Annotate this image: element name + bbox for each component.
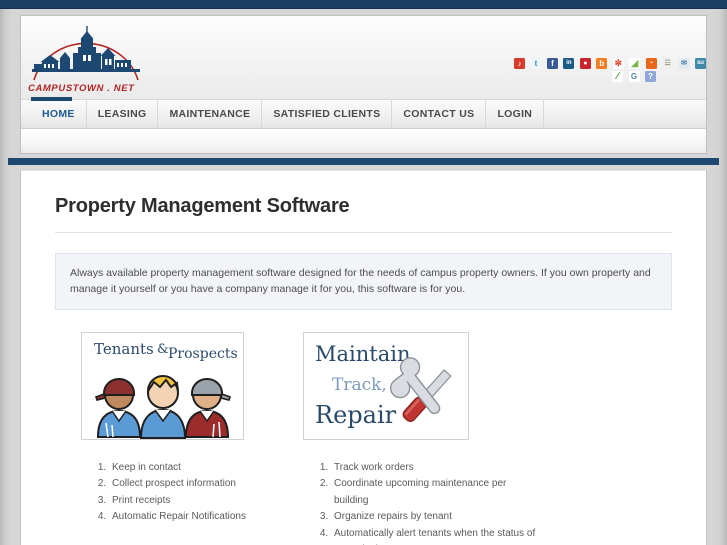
- list-item: Track work orders: [331, 460, 539, 477]
- tenants-list: Keep in contact Collect prospect informa…: [87, 460, 302, 526]
- tenants-and-prospects-image: Tenants & Prospects: [81, 331, 244, 440]
- email-icon[interactable]: ✉: [678, 58, 690, 69]
- prospects-word: Prospects: [168, 345, 238, 362]
- maintenance-list: Track work orders Coordinate upcoming ma…: [309, 460, 539, 545]
- navy-divider-band: [8, 158, 719, 165]
- list-item: Automatic Repair Notifications: [109, 509, 302, 526]
- repair-word: Repair: [315, 400, 397, 429]
- track-word: Track,: [332, 374, 387, 395]
- list-item: Automatically alert tenants when the sta…: [331, 526, 539, 545]
- social-share-icons: ♪ t f in ● b ✼ ◢ ◔ ☲ ✉ su ∕ G ?: [513, 58, 706, 84]
- mixx-icon[interactable]: ✼: [612, 58, 624, 69]
- header-spacer: [21, 129, 706, 153]
- facebook-icon[interactable]: f: [546, 58, 558, 69]
- nav-item-login[interactable]: LOGIN: [486, 100, 545, 129]
- google-icon[interactable]: G: [628, 71, 640, 82]
- campustown-logo[interactable]: CAMPUSTOWN . NET: [26, 22, 146, 96]
- list-item: Organize repairs by tenant: [331, 509, 539, 526]
- yahoo-buzz-icon[interactable]: ◔: [645, 58, 657, 69]
- nav-item-satisfied-clients[interactable]: SATISFIED CLIENTS: [262, 100, 393, 129]
- feature-image-panels: Tenants & Prospects Maintain, Track, Rep…: [47, 331, 680, 440]
- list-item: Print receipts: [109, 493, 302, 510]
- intro-callout: Always available property management sof…: [55, 253, 672, 310]
- help-icon[interactable]: ?: [645, 71, 656, 82]
- netvibes-icon[interactable]: ◢: [629, 58, 641, 69]
- technorati-icon[interactable]: ∕: [612, 71, 624, 82]
- social-row-secondary: ∕ G ?: [513, 71, 698, 82]
- nav-item-leasing[interactable]: LEASING: [87, 100, 159, 129]
- social-row-primary: ♪ t f in ● b ✼ ◢ ◔ ☲ ✉ su: [513, 58, 706, 69]
- ampersand: &: [157, 341, 169, 357]
- linkedin-icon[interactable]: in: [563, 58, 575, 69]
- title-divider: [55, 232, 672, 233]
- maintain-track-repair-image: Maintain, Track, Repair: [303, 331, 469, 440]
- list-item: Coordinate upcoming maintenance per buil…: [331, 476, 539, 509]
- blogger-icon[interactable]: b: [596, 58, 608, 69]
- main-content-card: Property Management Software Always avai…: [20, 170, 707, 545]
- twitter-icon[interactable]: t: [530, 58, 542, 69]
- wrench-and-screwdriver-icon: [390, 356, 452, 422]
- page-title: Property Management Software: [55, 195, 350, 217]
- feed-icon[interactable]: ♪: [514, 58, 525, 69]
- tenant-avatars-icon: [94, 374, 232, 439]
- stumbleupon-icon[interactable]: su: [694, 58, 706, 69]
- primary-navigation-bar: HOME LEASING MAINTENANCE SATISFIED CLIENTS C…: [21, 97, 706, 129]
- tenants-word: Tenants: [94, 339, 154, 358]
- top-accent-bar: [0, 0, 727, 9]
- list-item: Collect prospect information: [109, 476, 302, 493]
- list-item: Keep in contact: [109, 460, 302, 477]
- site-header: CAMPUSTOWN . NET ♪ t f in ● b ✼ ◢ ◔ ☲ ✉ …: [21, 16, 706, 100]
- feature-lists: Keep in contact Collect prospect informa…: [47, 460, 680, 545]
- browser-viewport: CAMPUSTOWN . NET ♪ t f in ● b ✼ ◢ ◔ ☲ ✉ …: [0, 0, 727, 545]
- site-header-card: CAMPUSTOWN . NET ♪ t f in ● b ✼ ◢ ◔ ☲ ✉ …: [20, 15, 707, 154]
- tenants-feature-list: Keep in contact Collect prospect informa…: [87, 460, 302, 526]
- maintenance-feature-list: Track work orders Coordinate upcoming ma…: [309, 460, 539, 545]
- logo-wordmark: CAMPUSTOWN . NET: [28, 83, 135, 94]
- campustown-logo-graphic: [32, 26, 140, 81]
- content-inner: Property Management Software Always avai…: [21, 171, 706, 545]
- pinterest-icon[interactable]: ●: [579, 58, 591, 69]
- nav-item-contact-us[interactable]: CONTACT US: [392, 100, 487, 129]
- nav-item-home[interactable]: HOME: [31, 100, 87, 129]
- friendfeed-icon[interactable]: ☲: [662, 58, 674, 69]
- primary-navigation: HOME LEASING MAINTENANCE SATISFIED CLIENTS C…: [31, 100, 545, 129]
- nav-item-maintenance[interactable]: MAINTENANCE: [158, 100, 263, 129]
